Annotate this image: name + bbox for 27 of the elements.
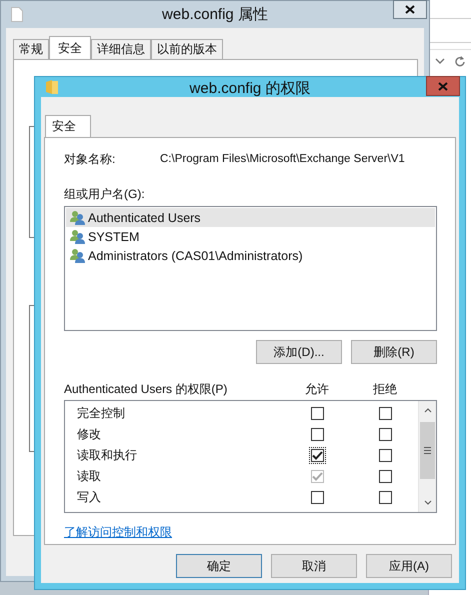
dialog-button[interactable]: 确定 — [176, 554, 262, 578]
user-item[interactable]: Authenticated Users — [66, 208, 435, 227]
dialog-button[interactable]: 取消 — [271, 554, 357, 578]
permission-name: 完全控制 — [76, 405, 125, 422]
user-item[interactable]: Administrators (CAS01\Administrators) — [66, 246, 435, 265]
help-link[interactable]: 了解访问控制和权限 — [64, 524, 172, 541]
object-name: C:\Program Files\Microsoft\Exchange Server\V1 — [160, 152, 405, 167]
dialog-button[interactable]: 应用(A) — [366, 554, 452, 578]
window-title: web.config 属性 — [161, 5, 269, 24]
column-header: 允许 — [305, 381, 329, 397]
permission-name: 写入 — [76, 489, 101, 506]
permission-name: 读取 — [76, 468, 101, 485]
object-name-label: 对象名称: — [64, 151, 116, 167]
user-item[interactable]: SYSTEM — [66, 227, 435, 246]
permission-name: 读取和执行 — [76, 447, 137, 464]
column-header: 拒绝 — [373, 381, 397, 397]
tab[interactable]: 以前的版本 — [151, 39, 223, 59]
groups-label: 组或用户名(G): — [64, 186, 145, 202]
permission-name: 修改 — [76, 426, 101, 443]
dialog-title: web.config 的权限 — [188, 79, 312, 98]
tab[interactable]: 常规 — [13, 39, 49, 59]
dialog-button[interactable]: 删除(R) — [351, 340, 437, 364]
tab[interactable]: 详细信息 — [91, 39, 151, 59]
tab[interactable]: 安全 — [45, 115, 91, 137]
dialog-button[interactable]: 添加(D)... — [256, 340, 342, 364]
permissions-label: Authenticated Users 的权限(P) — [64, 381, 228, 397]
tab[interactable]: 安全 — [49, 36, 91, 59]
